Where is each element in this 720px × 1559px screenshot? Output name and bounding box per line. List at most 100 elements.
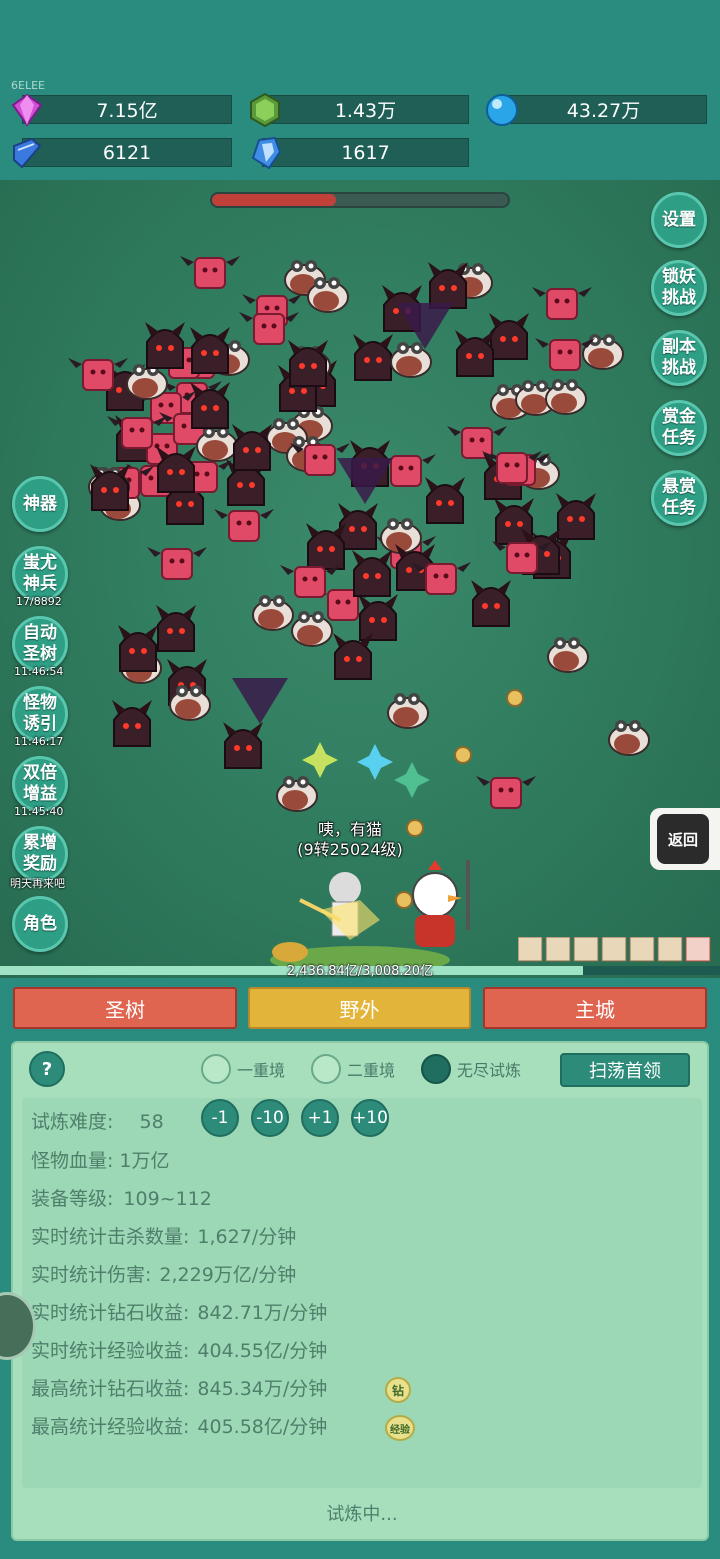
monster bbox=[180, 256, 240, 289]
diamond-rt-row: 实时统计钻石收益: 842.71万/分钟 bbox=[31, 1298, 327, 1325]
coin-icon bbox=[454, 746, 472, 764]
double-buff-button[interactable]: 双倍 增益 bbox=[12, 756, 68, 812]
shuriken-effect bbox=[302, 742, 338, 778]
difficulty-plus10-button[interactable]: +10 bbox=[351, 1099, 389, 1137]
monster-hp-value: 1万亿 bbox=[119, 1150, 170, 1172]
shuriken-effect bbox=[394, 762, 430, 798]
exp-rt-row: 实时统计经验收益: 404.55亿/分钟 bbox=[31, 1336, 327, 1363]
monster-lure-button[interactable]: 怪物 诱引 bbox=[12, 686, 68, 742]
dungeon-challenge-button[interactable]: 副本 挑战 bbox=[651, 330, 707, 386]
equip-level-label: 装备等级: bbox=[31, 1188, 114, 1210]
auto-tree-label-2: 圣树 bbox=[23, 644, 57, 664]
resource-bar-book: 6121 bbox=[22, 138, 232, 167]
return-button[interactable]: 返回 bbox=[650, 808, 720, 870]
exp-badge-icon[interactable]: 经验 bbox=[385, 1415, 415, 1441]
diamond-max-value: 845.34万/分钟 bbox=[197, 1378, 328, 1400]
difficulty-plus1-button[interactable]: +1 bbox=[301, 1099, 339, 1137]
difficulty-minus10-button[interactable]: -10 bbox=[251, 1099, 289, 1137]
mode-radio-2[interactable]: 二重境 bbox=[311, 1051, 395, 1087]
diamond-rt-value: 842.71万/分钟 bbox=[197, 1302, 328, 1324]
lock-demon-challenge-button[interactable]: 锁妖 挑战 bbox=[651, 260, 707, 316]
monster bbox=[547, 637, 589, 673]
dungeon-label-1: 副本 bbox=[662, 337, 696, 357]
resource-bar-green-crystal: 1.43万 bbox=[262, 95, 469, 124]
resource-bar-gem: 7.15亿 bbox=[22, 95, 232, 124]
resource-value: 43.27万 bbox=[566, 100, 641, 122]
tab-city[interactable]: 主城 bbox=[483, 987, 707, 1029]
hero-level: (9转25024级) bbox=[297, 840, 403, 859]
reward-label-1: 悬赏 bbox=[662, 477, 696, 497]
monster-hp-label: 怪物血量: bbox=[31, 1150, 114, 1172]
artifact-button[interactable]: 神器 bbox=[12, 476, 68, 532]
mode-label-1: 一重境 bbox=[237, 1061, 286, 1080]
monster bbox=[190, 382, 230, 429]
purple-gem-icon bbox=[11, 93, 43, 127]
monster bbox=[476, 776, 536, 809]
chiyou-label-1: 蚩尤 bbox=[23, 553, 57, 573]
auto-tree-button[interactable]: 自动 圣树 bbox=[12, 616, 68, 672]
kills-label: 实时统计击杀数量: bbox=[31, 1226, 190, 1248]
monster bbox=[358, 594, 398, 641]
monster bbox=[455, 330, 495, 377]
difficulty-value: 58 bbox=[139, 1111, 164, 1133]
help-button[interactable]: ? bbox=[29, 1051, 65, 1087]
monster-hp-row: 怪物血量: 1万亿 bbox=[31, 1146, 170, 1173]
lure-label-1: 怪物 bbox=[23, 693, 57, 713]
monster bbox=[306, 523, 346, 570]
tornado-effect bbox=[232, 678, 288, 724]
monster bbox=[425, 477, 465, 524]
lure-label-2: 诱引 bbox=[23, 714, 57, 734]
difficulty-minus1-button[interactable]: -1 bbox=[201, 1099, 239, 1137]
resource-value: 1.43万 bbox=[334, 100, 397, 122]
tab-tree[interactable]: 圣树 bbox=[13, 987, 237, 1029]
exp-text: 2,436.84亿/3,008.20亿 bbox=[286, 964, 434, 979]
reward-label-2: 任务 bbox=[662, 498, 696, 518]
monster bbox=[352, 550, 392, 597]
monster bbox=[147, 547, 207, 580]
monster bbox=[447, 426, 507, 459]
monster bbox=[239, 312, 299, 345]
monster bbox=[556, 493, 596, 540]
monster bbox=[380, 518, 422, 554]
character-label: 角色 bbox=[23, 913, 57, 934]
bottom-area: 圣树 野外 主城 ? 一重境 二重境 无尽试炼 扫荡首领 试炼难度: 58 -1… bbox=[0, 978, 720, 1559]
exp-rt-value: 404.55亿/分钟 bbox=[197, 1340, 328, 1362]
mode-radio-1[interactable]: 一重境 bbox=[201, 1051, 285, 1087]
monster bbox=[145, 322, 185, 369]
monster bbox=[333, 633, 373, 680]
radio-dot-selected bbox=[421, 1054, 451, 1084]
hero-and-pet bbox=[270, 860, 470, 970]
monster bbox=[156, 605, 196, 652]
mode-label-3: 无尽试炼 bbox=[457, 1061, 522, 1080]
monster bbox=[489, 313, 529, 360]
kills-value: 1,627/分钟 bbox=[197, 1226, 297, 1248]
blue-book-icon bbox=[13, 137, 42, 169]
resource-header: 6ELEE 7.15亿 1.43万 43.27万 6121 1617 bbox=[0, 0, 720, 180]
chiyou-weapon-button[interactable]: 蚩尤 神兵 bbox=[12, 546, 68, 602]
dungeon-label-2: 挑战 bbox=[662, 358, 696, 378]
mode-radio-3[interactable]: 无尽试炼 bbox=[421, 1051, 521, 1087]
difficulty-label: 试炼难度: bbox=[31, 1111, 114, 1133]
exp-max-label: 最高统计经验收益: bbox=[31, 1416, 190, 1438]
monster bbox=[118, 625, 158, 672]
tab-field[interactable]: 野外 bbox=[248, 987, 471, 1029]
double-timer: 11:45:40 bbox=[14, 805, 64, 818]
diamond-max-row: 最高统计钻石收益: 845.34万/分钟 bbox=[31, 1374, 327, 1401]
coin-icon bbox=[506, 689, 524, 707]
auto-tree-timer: 11:46:54 bbox=[14, 665, 64, 678]
reward-quest-button[interactable]: 悬赏 任务 bbox=[651, 470, 707, 526]
sweep-boss-button[interactable]: 扫荡首领 bbox=[560, 1053, 690, 1087]
monster bbox=[608, 720, 650, 756]
equip-level-row: 装备等级: 109~112 bbox=[31, 1184, 212, 1211]
chiyou-progress: 17/8892 bbox=[16, 595, 62, 608]
accumulate-reward-button[interactable]: 累增 奖励 bbox=[12, 826, 68, 882]
diamond-badge-icon[interactable]: 钻 bbox=[385, 1377, 411, 1403]
hero-name-tag: 咦，有猫 (9转25024级) bbox=[280, 820, 420, 860]
accum-note: 明天再来吧 bbox=[10, 877, 65, 890]
character-button[interactable]: 角色 bbox=[12, 896, 68, 952]
exp-rt-label: 实时统计经验收益: bbox=[31, 1340, 190, 1362]
monster bbox=[112, 700, 152, 747]
monster bbox=[471, 580, 511, 627]
bounty-quest-button[interactable]: 赏金 任务 bbox=[651, 400, 707, 456]
settings-button[interactable]: 设置 bbox=[651, 192, 707, 248]
